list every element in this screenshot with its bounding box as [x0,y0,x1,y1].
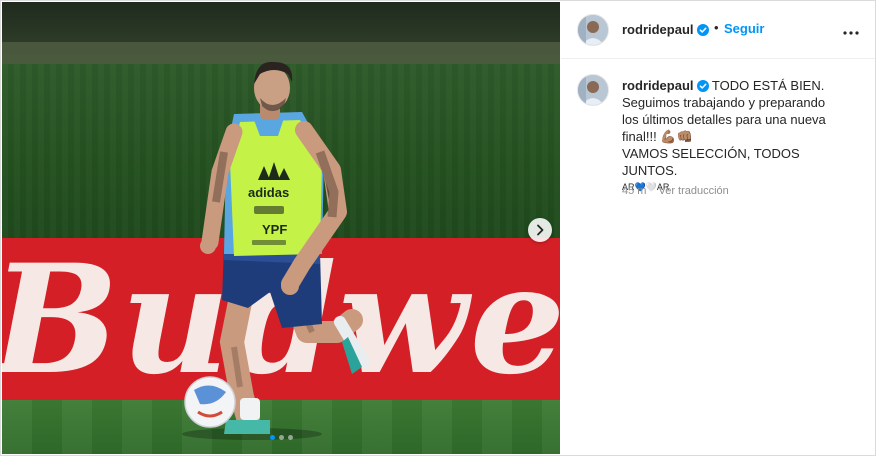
carousel-indicator [2,435,560,440]
carousel-dot [278,435,284,440]
avatar[interactable] [577,14,609,46]
carousel-dot [269,435,275,440]
next-slide-button[interactable] [528,218,552,242]
profile-photo [578,15,608,45]
post-timestamp[interactable]: 45 m [622,185,646,197]
caption-lead: TODO ESTÁ BIEN. [711,78,825,93]
caption-username-text: rodridepaul [622,78,694,93]
caption-line: final!!! 💪🏽👊🏽 [622,129,693,144]
post-header: rodridepaul • Seguir [561,2,875,59]
profile-photo [578,75,608,105]
carousel-dot [287,435,293,440]
follow-button[interactable]: Seguir [724,21,764,36]
caption-line: VAMOS SELECCIÓN, TODOS JUNTOS. [622,146,800,178]
post-caption: rodridepaul TODO ESTÁ BIEN. Seguimos tra… [622,77,857,196]
post-meta: 45 m Ver traducción [622,185,729,197]
more-options-button[interactable] [843,22,859,40]
more-dots-icon [843,31,859,35]
post-frame: Budwei adidas YPF [0,0,876,456]
header-separator: • [714,20,719,35]
verified-badge-icon [696,24,709,36]
caption-username[interactable]: rodridepaul [622,78,709,93]
bib-sponsor: YPF [262,222,287,237]
avatar[interactable] [577,74,609,106]
translate-link[interactable]: Ver traducción [658,185,728,197]
caption-line: Seguimos trabajando y preparando [622,95,826,110]
caption-line: los últimos detalles para una nueva [622,112,826,127]
post-media[interactable]: Budwei adidas YPF [2,2,560,454]
username-link[interactable]: rodridepaul [622,22,709,37]
bib-brand: adidas [248,185,289,200]
post-side-panel: rodridepaul • Seguir rodridepaul TODO ES… [561,2,875,454]
chevron-right-icon [537,224,544,236]
username-text: rodridepaul [622,22,694,37]
verified-badge-icon [696,80,709,92]
player-figure: adidas YPF [182,61,370,440]
